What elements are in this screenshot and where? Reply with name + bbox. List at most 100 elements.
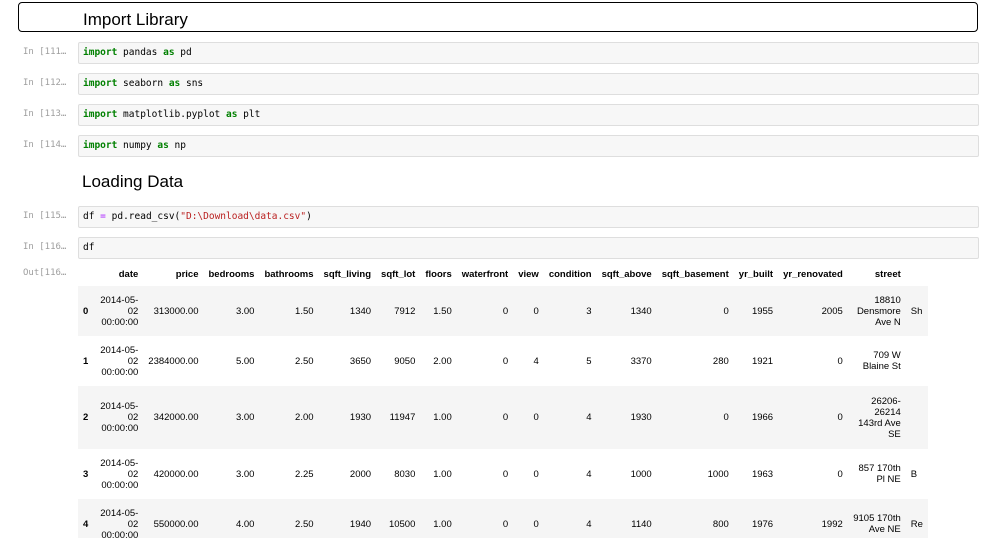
code-keyword: import <box>83 140 118 151</box>
table-cell: 0 <box>837 355 843 367</box>
table-cell: 709 W Blaine St <box>862 350 901 372</box>
table-cell: 4.00 <box>235 518 255 530</box>
table-cell: 1.00 <box>433 412 452 423</box>
table-cell: 0 <box>502 305 509 317</box>
column-header: bathrooms <box>264 268 314 280</box>
markdown-cell-selected[interactable]: Import Library <box>18 2 978 32</box>
table-cell: 1930 <box>349 412 372 423</box>
table-cell: 1.00 <box>433 468 452 480</box>
table-cell: 0 <box>502 355 509 367</box>
code-keyword: as <box>168 78 181 89</box>
table-cell: 0 <box>502 412 509 423</box>
table-cell: 1000 <box>707 468 729 480</box>
row-index: 3 <box>83 468 89 480</box>
table-cell: 1.00 <box>433 518 452 530</box>
table-cell <box>906 336 928 386</box>
table-cell: 7912 <box>394 305 416 317</box>
table-row: 1 2014-05-02 00:00:00 2384000.00 5.00 2.50 36… <box>78 336 928 386</box>
code-cell-input[interactable]: import seaborn as sns <box>78 73 979 95</box>
table-cell: 18810 Densmore Ave N <box>856 294 901 328</box>
table-cell: 2.25 <box>295 468 314 480</box>
table-cell: 313000.00 <box>153 305 199 317</box>
table-cell: B <box>910 468 918 480</box>
code-cell-input[interactable]: df <box>78 237 979 259</box>
table-cell: 1000 <box>630 468 652 480</box>
table-cell: 9105 170th Ave NE <box>853 513 901 535</box>
table-row: 4 2014-05-02 00:00:00 550000.00 4.00 2.50 194… <box>78 499 928 538</box>
table-cell: 800 <box>712 518 729 530</box>
column-header: date <box>118 268 139 280</box>
code-keyword: as <box>163 47 175 58</box>
column-header: condition <box>548 268 592 280</box>
table-cell: 3.00 <box>235 468 255 480</box>
table-cell: 0 <box>837 468 843 480</box>
row-index: 1 <box>83 355 89 367</box>
table-cell: 8030 <box>394 468 416 480</box>
table-row: 0 2014-05-02 00:00:00 313000.00 3.00 1.50 134… <box>78 286 928 336</box>
table-cell: 1340 <box>630 305 652 317</box>
table-cell: 0 <box>502 468 509 480</box>
code-string: "D:\Download\data.csv" <box>180 211 307 222</box>
table-cell: 550000.00 <box>153 518 199 530</box>
table-row: 3 2014-05-02 00:00:00 420000.00 3.00 2.25 200… <box>78 449 928 499</box>
code-token: seaborn <box>117 78 169 89</box>
code-cell-input[interactable]: import numpy as np <box>78 135 979 157</box>
code-keyword: as <box>157 140 169 151</box>
table-cell: Sh <box>910 305 923 317</box>
code-token: pd.read_csv( <box>105 211 181 222</box>
table-cell: 1966 <box>751 412 774 423</box>
heading-import-library: Import Library <box>83 10 188 29</box>
column-header: yr_renovated <box>783 268 843 280</box>
code-token: matplotlib.pyplot <box>117 109 226 120</box>
column-header: view <box>518 268 539 280</box>
code-keyword: import <box>83 109 118 120</box>
dataframe-output: date price bedrooms bathrooms sqft_living sqf… <box>78 262 1000 538</box>
column-header <box>78 262 93 286</box>
table-cell: 280 <box>712 355 729 367</box>
column-header: sqft_basement <box>661 268 729 280</box>
table-cell: 420000.00 <box>153 468 199 480</box>
code-cell-input[interactable]: import matplotlib.pyplot as plt <box>78 104 979 126</box>
code-cell-input[interactable]: df = pd.read_csv("D:\Download\data.csv") <box>78 206 979 228</box>
table-cell: 0 <box>533 305 539 317</box>
table-cell: 2.50 <box>295 355 314 367</box>
code-cell-input[interactable]: import pandas as pd <box>78 42 979 64</box>
code-token: pd <box>174 47 192 58</box>
code-keyword: as <box>226 109 238 120</box>
table-cell: 5 <box>586 355 592 367</box>
table-cell: 2014-05-02 00:00:00 <box>100 344 139 378</box>
table-cell: 9050 <box>394 355 416 367</box>
input-prompt: In [111… <box>23 47 67 57</box>
code-token: ) <box>306 211 312 222</box>
table-cell: Re <box>910 518 923 530</box>
table-cell: 1930 <box>630 412 652 423</box>
table-cell: 1976 <box>751 518 774 530</box>
table-cell: 0 <box>533 468 539 480</box>
code-token: df <box>83 242 95 253</box>
code-token: numpy <box>117 140 158 151</box>
table-cell: 2014-05-02 00:00:00 <box>100 401 139 434</box>
input-prompt: In [115… <box>23 211 67 221</box>
table-cell: 857 170th Pl NE <box>858 463 901 485</box>
table-cell: 4 <box>586 518 592 530</box>
input-prompt: In [116… <box>23 242 67 252</box>
table-cell: 3.00 <box>235 305 255 317</box>
column-header: floors <box>425 268 452 280</box>
table-cell: 0 <box>533 412 539 423</box>
code-keyword: import <box>83 47 118 58</box>
table-cell: 1940 <box>349 518 372 530</box>
heading-loading-data: Loading Data <box>82 172 184 191</box>
table-cell: 26206-26214 143rd Ave SE <box>858 395 901 440</box>
table-cell: 2014-05-02 00:00:00 <box>100 507 139 538</box>
input-prompt: In [113… <box>23 109 67 119</box>
table-row: 2 2014-05-02 00:00:00 342000.00 3.00 2.00 193… <box>78 386 928 449</box>
column-header: sqft_above <box>601 268 652 280</box>
table-cell: 0 <box>502 518 509 530</box>
table-cell: 1955 <box>751 305 774 317</box>
column-header: street <box>874 268 901 280</box>
column-header: sqft_lot <box>381 268 416 280</box>
table-cell: 2.50 <box>295 518 314 530</box>
table-cell: 2005 <box>821 305 843 317</box>
table-cell: 4 <box>586 468 592 480</box>
column-header: sqft_living <box>323 268 372 280</box>
